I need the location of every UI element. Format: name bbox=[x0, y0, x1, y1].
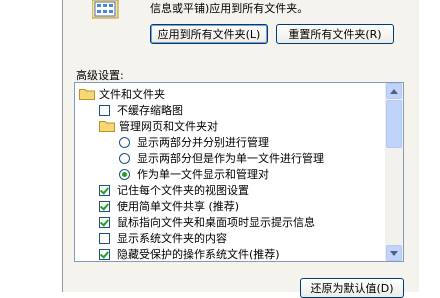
option-label: 管理网页和文件夹对 bbox=[119, 120, 218, 133]
radio-option[interactable]: 显示两部分并分别进行管理 bbox=[119, 134, 269, 150]
reset-all-folders-label: 重置所有文件夹(R) bbox=[288, 28, 382, 41]
checkbox-option[interactable]: 使用简单文件共享 (推荐) bbox=[99, 198, 239, 214]
scroll-down-button[interactable] bbox=[386, 245, 402, 261]
advanced-settings-label: 高级设置: bbox=[76, 69, 124, 82]
restore-defaults-button[interactable]: 还原为默认值(D) bbox=[300, 278, 404, 298]
tree-folder-item: 管理网页和文件夹对 bbox=[99, 118, 218, 134]
option-label: 使用简单文件共享 (推荐) bbox=[117, 200, 240, 213]
option-label: 隐藏受保护的操作系统文件(推荐) bbox=[117, 248, 280, 261]
folder-icon bbox=[99, 121, 115, 132]
apply-to-all-folders-button[interactable]: 应用到所有文件夹(L) bbox=[150, 24, 268, 44]
checkbox-option[interactable]: 记住每个文件夹的视图设置 bbox=[99, 182, 249, 198]
scroll-up-button[interactable] bbox=[386, 83, 402, 99]
radio-option[interactable]: 显示两部分但是作为单一文件进行管理 bbox=[119, 150, 324, 166]
checkbox[interactable] bbox=[99, 184, 110, 196]
reset-all-folders-button[interactable]: 重置所有文件夹(R) bbox=[276, 24, 394, 44]
radio-button[interactable] bbox=[119, 152, 130, 164]
tree-folder-item: 文件和文件夹 bbox=[79, 86, 165, 102]
checkbox-option[interactable]: 鼠标指向文件夹和桌面项时显示提示信息 bbox=[99, 214, 315, 230]
option-label: 不缓存缩略图 bbox=[117, 104, 183, 117]
checkbox-option[interactable]: 不缓存缩略图 bbox=[99, 102, 183, 118]
option-label: 鼠标指向文件夹和桌面项时显示提示信息 bbox=[117, 216, 315, 229]
radio-button[interactable] bbox=[119, 136, 130, 148]
checkbox[interactable] bbox=[99, 200, 110, 212]
option-label: 作为单一文件显示和管理对 bbox=[137, 168, 269, 181]
option-label: 文件和文件夹 bbox=[99, 88, 165, 101]
option-label: 显示系统文件夹的内容 bbox=[117, 232, 227, 245]
scroll-up-arrow-icon bbox=[390, 88, 398, 94]
advanced-settings-list[interactable]: 文件和文件夹不缓存缩略图管理网页和文件夹对显示两部分并分别进行管理显示两部分但是… bbox=[74, 82, 404, 262]
radio-option[interactable]: 作为单一文件显示和管理对 bbox=[119, 166, 269, 182]
option-label: 显示两部分但是作为单一文件进行管理 bbox=[137, 152, 324, 165]
option-label: 显示两部分并分别进行管理 bbox=[137, 136, 269, 149]
radio-button[interactable] bbox=[119, 168, 130, 180]
checkbox[interactable] bbox=[99, 232, 110, 244]
option-label: 记住每个文件夹的视图设置 bbox=[117, 184, 249, 197]
restore-defaults-label: 还原为默认值(D) bbox=[310, 282, 394, 295]
checkbox-option[interactable]: 隐藏受保护的操作系统文件(推荐) bbox=[99, 246, 280, 261]
checkbox-option[interactable]: 显示系统文件夹的内容 bbox=[99, 230, 227, 246]
vertical-scrollbar[interactable] bbox=[385, 83, 403, 261]
folder-icon bbox=[79, 89, 95, 100]
checkbox[interactable] bbox=[99, 248, 110, 260]
apply-description: 信息或平铺)应用到所有文件夹。 bbox=[150, 2, 309, 15]
window-background bbox=[419, 0, 440, 292]
scroll-down-arrow-icon bbox=[390, 250, 398, 256]
folder-view-icon bbox=[92, 0, 119, 19]
checkbox[interactable] bbox=[99, 216, 110, 228]
scroll-thumb[interactable] bbox=[386, 100, 402, 148]
apply-to-all-folders-label: 应用到所有文件夹(L) bbox=[157, 28, 261, 41]
checkbox[interactable] bbox=[99, 104, 110, 116]
